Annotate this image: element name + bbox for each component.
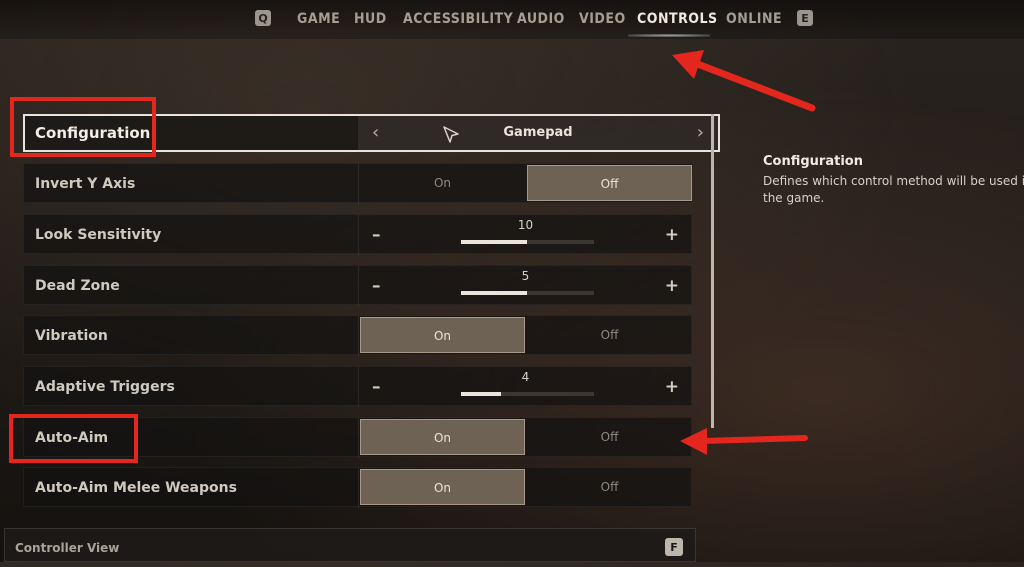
annotation-arrows — [672, 50, 816, 455]
arrow-to-auto-aim — [699, 435, 808, 444]
arrowhead-auto-aim — [680, 428, 707, 455]
arrow-to-controls-tab — [691, 59, 816, 112]
